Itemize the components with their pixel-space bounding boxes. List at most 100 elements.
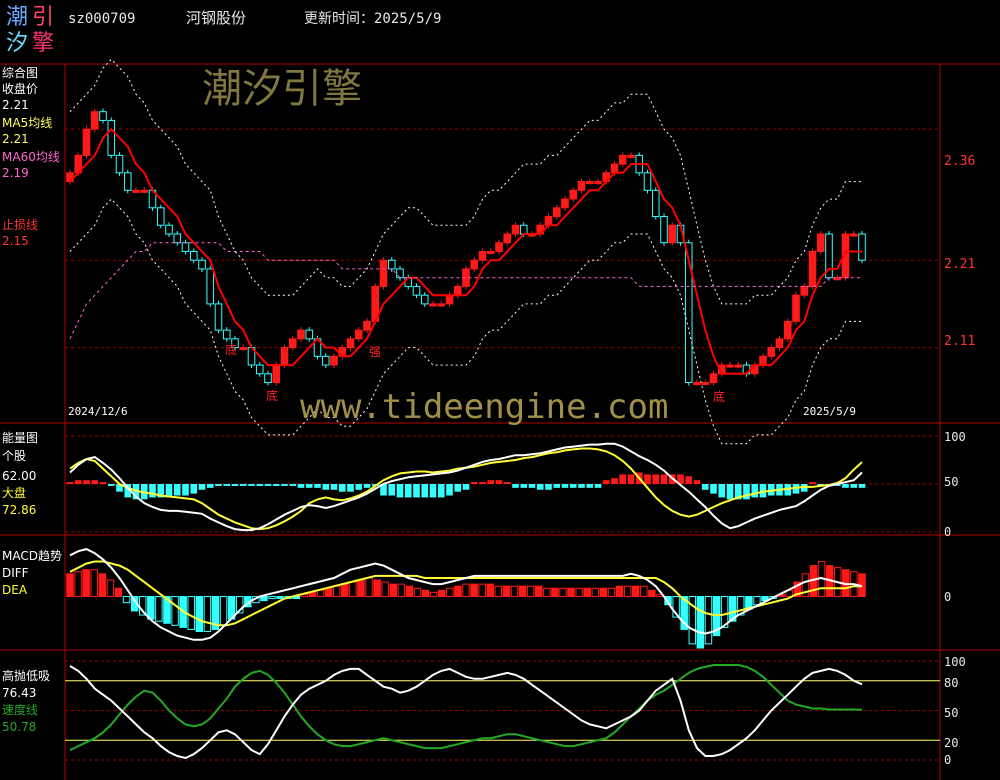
macd-bar [535,585,543,598]
energy-bar [413,484,420,498]
energy-bar [718,484,726,498]
candle [627,154,635,158]
energy-bar [437,484,445,498]
candle [709,373,718,384]
macd-bar [203,596,212,633]
energy-bar [429,484,437,498]
logo-char: 潮 [6,5,28,30]
energy-bar [363,484,371,488]
macd-bar [187,596,195,630]
energy-bar [198,484,206,490]
candle [198,259,206,270]
energy-legend: 能量图 个股 62.00 大盘 72.86 [2,431,38,517]
candle [618,154,627,165]
energy-bar [421,484,429,498]
energy-bar [685,476,693,484]
energy-bar [388,484,396,496]
candle [775,338,784,349]
macd-bar [332,585,341,598]
candle [90,111,99,130]
energy-bar [569,484,577,488]
energy-tick: 100 [944,430,966,444]
osc-tick: 80 [944,676,958,690]
candle [552,207,561,218]
logo-char: 引 [32,5,54,30]
macd-bar [155,596,163,622]
candle [189,250,198,261]
energy-market-label: 大盘 [2,485,26,500]
macd-bar [324,587,333,598]
logo: 潮 引 汐 擎 [6,5,54,56]
energy-bar [842,484,849,488]
energy-tick: 0 [944,525,951,539]
osc-panel: 高抛低吸 76.43 速度线 50.78 100 80 50 20 0 [2,655,966,767]
energy-bar [190,484,198,494]
energy-bar [652,474,660,484]
macd-bar [171,596,179,626]
macd-bar [640,585,648,598]
annotation-bottom: 底 [225,342,237,357]
macd-bar [454,585,462,598]
macd-bar [551,587,559,598]
macd-bar [607,587,616,598]
energy-bar [858,484,866,488]
candle [396,268,404,279]
macd-bar [421,589,430,598]
candle [495,242,503,252]
macd-bar [462,583,470,598]
energy-bar [182,484,189,496]
chart-canvas: 潮 引 汐 擎 sz000709 河钢股份 更新时间：2025/5/9 潮汐引擎… [0,5,1000,780]
macd-bar [567,587,575,598]
energy-bar [264,484,272,486]
energy-bar [289,484,297,486]
macd-bar [478,583,486,598]
energy-bar [149,484,156,498]
macd-bar [219,596,228,626]
energy-bar [446,484,453,496]
candle [693,382,701,386]
candle [115,154,124,174]
macd-bar [648,589,656,598]
osc-white-line [69,665,863,760]
candle [660,216,668,244]
energy-bar [487,480,495,484]
energy-bar [99,482,107,484]
osc-title: 高抛低吸 [2,668,50,683]
energy-bar [470,482,478,484]
candle [255,364,264,375]
macd-diff-label: DIFF [2,566,29,580]
stock-code: sz000709 [68,11,135,27]
osc-tick: 20 [944,736,958,750]
update-time: 更新时间：2025/5/9 [304,11,441,27]
candle [503,233,512,244]
macd-bar [631,585,640,598]
macd-bar [195,596,204,633]
energy-bar [602,480,610,484]
candle [800,285,809,296]
candle [783,320,792,340]
macd-bar [429,591,438,598]
energy-bar [281,484,288,486]
candle [239,347,248,351]
energy-bar [503,482,511,484]
energy-bar [594,484,602,488]
macd-bar [82,569,90,597]
macd-bar [389,583,397,598]
energy-bar [83,480,90,484]
candle [569,189,578,200]
energy-panel: 能量图 个股 62.00 大盘 72.86 100 50 0 [2,430,966,539]
osc-tick: 100 [944,655,966,669]
energy-stock-label: 个股 [2,449,26,463]
energy-bar [528,484,536,488]
macd-bar [438,589,446,598]
energy-bar [462,484,470,490]
candle [363,320,371,331]
energy-market-value: 72.86 [2,503,36,517]
candle [321,355,330,366]
candle [701,382,710,386]
candle [767,347,776,357]
energy-bar [314,484,321,488]
candlesticks [66,108,866,386]
candle [173,233,182,244]
macd-bar [373,579,381,598]
